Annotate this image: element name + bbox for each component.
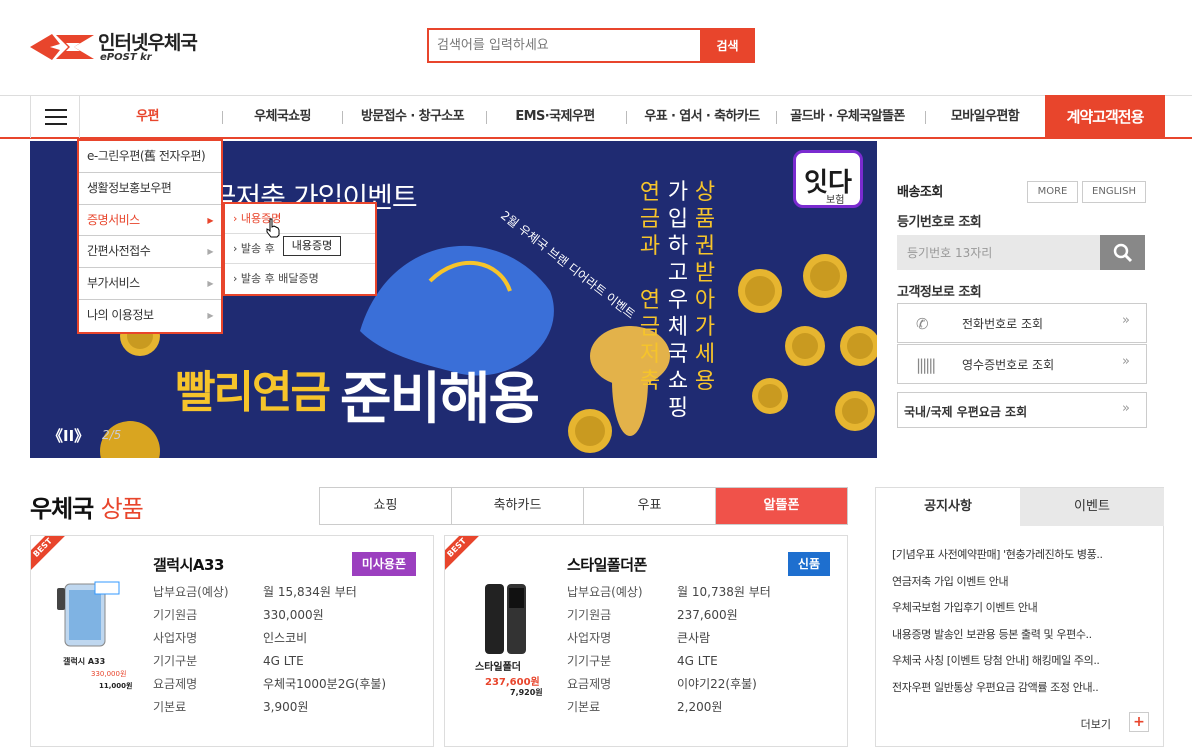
itda-insurance-logo: 잇다 보험 <box>793 150 863 208</box>
phone-image-caption: 스타일폴더 <box>475 662 521 673</box>
tab-stamps[interactable]: 우표 <box>584 488 716 524</box>
phone-lookup-button[interactable]: ✆ 전화번호로 조회 » <box>897 303 1147 343</box>
tracking-search-button[interactable] <box>1100 235 1145 270</box>
hand-cursor-icon <box>266 218 280 238</box>
tab-shopping[interactable]: 쇼핑 <box>320 488 452 524</box>
reg-number-label: 등기번호로 조회 <box>897 215 982 230</box>
dropdown-item-life-info-mail[interactable]: 생활정보홍보우편 <box>79 173 221 205</box>
epost-logo[interactable]: 인터넷우체국 ePOST kr <box>30 26 220 70</box>
phone-image-caption: 갤럭시 A33 <box>63 657 106 666</box>
nav-item-mail[interactable]: 우편 <box>110 96 185 138</box>
dropdown-item-extra-services[interactable]: 부가서비스 ▶ <box>79 268 221 300</box>
tracking-title: 배송조회 <box>897 185 943 200</box>
notice-panel: 공지사항 이벤트 [기념우표 사전예약판매] '현충가레진하도 병풍.. 연금저… <box>875 487 1164 747</box>
list-item[interactable]: 우체국보험 가입후기 이벤트 안내 <box>892 599 1103 626</box>
nav-item-shopping[interactable]: 우체국쇼핑 <box>235 96 330 138</box>
product-name: 갤럭시A33 <box>153 556 224 574</box>
notice-list: [기념우표 사전예약판매] '현충가레진하도 병풍.. 연금저축 가입 이벤트 … <box>892 546 1103 706</box>
status-badge: 미사용폰 <box>351 552 416 576</box>
search-box: 검색 <box>427 28 755 63</box>
submenu-item-delivery-cert[interactable]: › 발송 후 배달증명 <box>225 264 375 294</box>
product-specs: 납부요금(예상) 월 15,834원 부터 기기원금 330,000원 사업자명 인스… <box>153 585 387 714</box>
search-input[interactable] <box>429 30 702 61</box>
global-nav: 우편 우체국쇼핑 방문접수 · 창구소포 EMS·국제우편 우표 · 엽서 · … <box>0 95 1192 139</box>
logo-subtitle: ePOST kr <box>100 52 152 63</box>
best-ribbon: BEST <box>445 536 487 578</box>
list-item[interactable]: 연금저축 가입 이벤트 안내 <box>892 573 1103 600</box>
plus-icon[interactable]: + <box>1129 712 1149 732</box>
tracking-number-input[interactable] <box>897 235 1100 270</box>
submenu-item-content-cert[interactable]: › 내용증명 <box>225 204 375 234</box>
double-chevron-icon: » <box>1122 354 1130 369</box>
chevron-right-icon: ▶ <box>207 279 213 289</box>
product-name: 스타일폴더폰 <box>567 556 647 574</box>
list-item[interactable]: [기념우표 사전예약판매] '현충가레진하도 병풍.. <box>892 546 1103 573</box>
banner-main-gold: 빨리연금 <box>175 367 331 418</box>
nav-divider <box>486 111 487 124</box>
nav-divider <box>626 111 627 124</box>
mail-dropdown-menu: e-그린우편(舊 전자우편) 생활정보홍보우편 증명서비스 ▶ 간편사전접수 ▶ 부… <box>77 139 223 334</box>
dropdown-item-my-usage[interactable]: 나의 이용정보 ▶ <box>79 300 221 332</box>
menu-icon[interactable] <box>30 96 80 138</box>
tab-greeting-card[interactable]: 축하카드 <box>452 488 584 524</box>
nav-divider <box>222 111 223 124</box>
double-chevron-icon: » <box>1122 401 1130 416</box>
chevron-right-icon: ▶ <box>207 310 213 320</box>
nav-divider <box>925 111 926 124</box>
customer-info-label: 고객정보로 조회 <box>897 285 982 300</box>
product-card[interactable]: BEST 갤럭시 A33 330,000원 11,000원 갤럭시A33 미사용… <box>30 535 434 747</box>
product-card[interactable]: BEST 스타일폴더 237,600원 7,920원 스타일폴더폰 신품 납부요… <box>444 535 848 747</box>
nav-contract-customer[interactable]: 계약고객전용 <box>1045 95 1165 139</box>
search-button[interactable]: 검색 <box>700 28 755 63</box>
receipt-lookup-button[interactable]: |||||| 영수증번호로 조회 » <box>897 344 1147 384</box>
phone-image-price-sub: 7,920원 <box>510 688 543 697</box>
logo-title: 인터넷우체국 <box>98 32 198 54</box>
slide-counter: 2/5 <box>102 428 122 442</box>
phone-icon: ✆ <box>916 315 929 333</box>
chevron-right-icon: ▶ <box>207 215 213 225</box>
banner-main-white: 준비해용 <box>340 367 540 432</box>
products-section-title: 우체국 상품 <box>30 495 144 523</box>
nav-item-ems[interactable]: EMS·국제우편 <box>495 96 615 138</box>
postage-rate-button[interactable]: 국내/국제 우편요금 조회 » <box>897 392 1147 428</box>
nav-item-stamps[interactable]: 우표 · 엽서 · 축하카드 <box>632 96 772 138</box>
product-specs: 납부요금(예상) 월 10,738원 부터 기기원금 237,600원 사업자명 큰사… <box>567 585 771 714</box>
product-tabs: 쇼핑 축하카드 우표 알뜰폰 <box>319 487 848 525</box>
dropdown-item-easy-prereg[interactable]: 간편사전접수 ▶ <box>79 236 221 269</box>
tooltip: 내용증명 <box>283 236 341 256</box>
phone-image-price-sub: 11,000원 <box>99 682 133 690</box>
nav-item-mobile-mailbox[interactable]: 모바일우편함 <box>935 96 1035 138</box>
nav-item-goldbar-mvno[interactable]: 골드바 · 우체국알뜰폰 <box>780 96 915 138</box>
list-item[interactable]: 전자우편 일반통상 우편요금 감액률 조정 안내.. <box>892 679 1103 706</box>
search-icon <box>1113 243 1132 262</box>
list-item[interactable]: 내용증명 발송인 보관용 등본 출력 및 우편수.. <box>892 626 1103 653</box>
chevron-right-icon: ▶ <box>207 247 213 257</box>
english-button[interactable]: ENGLISH <box>1082 181 1146 203</box>
epost-logo-icon <box>30 34 94 60</box>
best-ribbon: BEST <box>31 536 73 578</box>
phone-image-price: 237,600원 <box>485 677 540 688</box>
dropdown-item-certification[interactable]: 증명서비스 ▶ <box>79 205 221 237</box>
tab-notice[interactable]: 공지사항 <box>876 488 1020 526</box>
nav-divider <box>342 111 343 124</box>
banner-vertical-text-2: 가입하고 우체국쇼핑 <box>667 180 689 421</box>
status-badge: 신품 <box>787 552 830 576</box>
banner-vertical-text-3: 상품권받 아가세용 <box>694 180 716 394</box>
more-link[interactable]: 더보기 <box>1081 716 1111 732</box>
dropdown-item-e-green-mail[interactable]: e-그린우편(舊 전자우편) <box>79 141 221 173</box>
double-chevron-icon: » <box>1122 313 1130 328</box>
banner-vertical-text-1: 연금과 연금저축 <box>639 180 661 394</box>
nav-divider <box>776 111 777 124</box>
more-button[interactable]: MORE <box>1027 181 1078 203</box>
tab-mvno-phone[interactable]: 알뜰폰 <box>716 488 847 524</box>
list-item[interactable]: 우체국 사칭 [이벤트 당첨 안내] 해킹메일 주의.. <box>892 652 1103 679</box>
slide-pause-button[interactable]: 《II》 <box>48 425 89 446</box>
nav-item-visit-pickup[interactable]: 방문접수 · 창구소포 <box>350 96 475 138</box>
tab-event[interactable]: 이벤트 <box>1020 488 1164 526</box>
phone-image-price: 330,000원 <box>91 670 127 678</box>
barcode-icon: |||||| <box>916 356 936 374</box>
